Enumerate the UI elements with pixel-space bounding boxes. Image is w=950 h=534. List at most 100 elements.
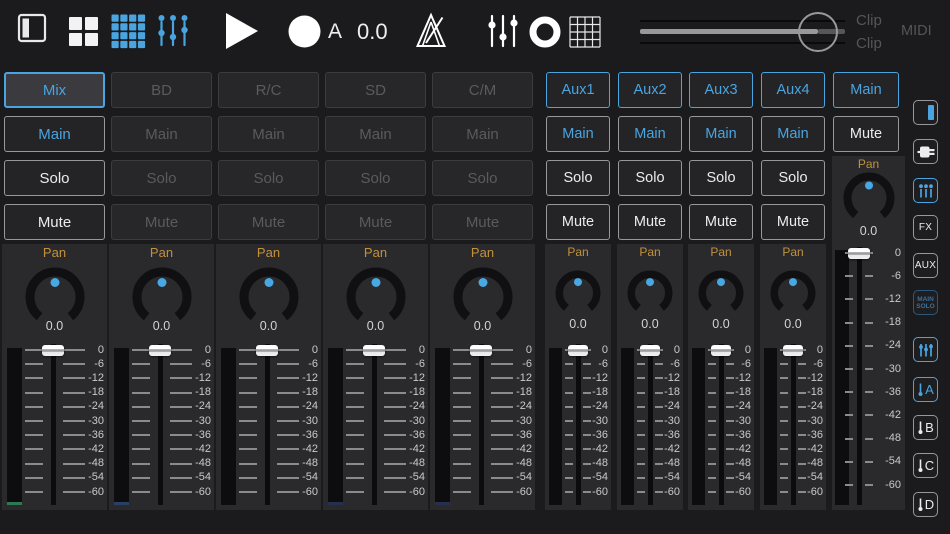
scene-a-button[interactable]: A bbox=[913, 377, 938, 402]
aux3-level-meter bbox=[692, 348, 705, 505]
aux3-main-button[interactable]: Main bbox=[689, 116, 753, 152]
scene-c-button[interactable]: C bbox=[913, 453, 938, 478]
cm-pan-knob[interactable] bbox=[453, 267, 513, 327]
aux3-pan-value: 0.0 bbox=[688, 317, 754, 331]
sd-mute-button[interactable]: Mute bbox=[325, 204, 426, 240]
aux1-solo-button[interactable]: Solo bbox=[546, 160, 610, 196]
cm-name-button[interactable]: C/M bbox=[432, 72, 533, 108]
rc-pan-knob[interactable] bbox=[239, 267, 299, 327]
mix-pan-knob[interactable] bbox=[25, 267, 85, 327]
db-scale-label: -60 bbox=[584, 486, 608, 499]
db-scale-label: -12 bbox=[290, 372, 318, 385]
main-name-button[interactable]: Main bbox=[833, 72, 899, 108]
cm-main-button[interactable]: Main bbox=[432, 116, 533, 152]
aux2-fader-handle[interactable] bbox=[640, 345, 660, 356]
aux4-main-button[interactable]: Main bbox=[761, 116, 825, 152]
aux2-name-button[interactable]: Aux2 bbox=[618, 72, 682, 108]
main-solo-button[interactable]: MAINSOLO bbox=[913, 290, 938, 315]
mix-fader-handle[interactable] bbox=[42, 345, 64, 356]
pan-label: Pan bbox=[109, 245, 214, 260]
cm-mute-button[interactable]: Mute bbox=[432, 204, 533, 240]
aux4-pan-knob[interactable] bbox=[770, 270, 816, 316]
aux1-name-button[interactable]: Aux1 bbox=[546, 72, 610, 108]
db-scale-label: -48 bbox=[656, 457, 680, 470]
bd-fader-handle[interactable] bbox=[149, 345, 171, 356]
aux1-fader-handle[interactable] bbox=[568, 345, 588, 356]
sd-level-meter bbox=[328, 348, 343, 505]
mix-fader-panel: Pan0.00-6-12-18-24-30-36-42-48-54-60 bbox=[2, 244, 107, 510]
aux3-pan-knob[interactable] bbox=[698, 270, 744, 316]
rc-main-button[interactable]: Main bbox=[218, 116, 319, 152]
aux3-mute-button[interactable]: Mute bbox=[689, 204, 753, 240]
main-mute-button[interactable]: Mute bbox=[833, 116, 899, 152]
aux3-solo-button[interactable]: Solo bbox=[689, 160, 753, 196]
db-tick bbox=[132, 448, 150, 450]
db-tick bbox=[239, 420, 257, 422]
mix-name-button[interactable]: Mix bbox=[4, 72, 105, 108]
sd-main-button[interactable]: Main bbox=[325, 116, 426, 152]
rc-name-button[interactable]: R/C bbox=[218, 72, 319, 108]
fx-button[interactable]: FX bbox=[913, 215, 938, 240]
rc-mute-button[interactable]: Mute bbox=[218, 204, 319, 240]
plug-icon bbox=[917, 143, 935, 161]
connections-button[interactable] bbox=[913, 139, 938, 164]
bd-solo-button[interactable]: Solo bbox=[111, 160, 212, 196]
aux1-fader-panel: Pan0.00-6-12-18-24-30-36-42-48-54-60 bbox=[545, 244, 611, 510]
db-scale-label: -30 bbox=[727, 415, 751, 428]
db-tick bbox=[25, 363, 43, 365]
sd-name-button[interactable]: SD bbox=[325, 72, 426, 108]
mixer-view-button[interactable] bbox=[913, 178, 938, 203]
bd-main-button[interactable]: Main bbox=[111, 116, 212, 152]
aux1-pan-knob[interactable] bbox=[555, 270, 601, 316]
rc-fader-handle[interactable] bbox=[256, 345, 278, 356]
sd-pan-knob[interactable] bbox=[346, 267, 406, 327]
db-scale-label: -48 bbox=[504, 457, 532, 470]
aux1-main-button[interactable]: Main bbox=[546, 116, 610, 152]
aux4-solo-button[interactable]: Solo bbox=[761, 160, 825, 196]
aux4-fader-handle[interactable] bbox=[783, 345, 803, 356]
aux2-main-button[interactable]: Main bbox=[618, 116, 682, 152]
db-scale-label: -6 bbox=[584, 358, 608, 371]
bd-pan-knob[interactable] bbox=[132, 267, 192, 327]
sd-fader-handle[interactable] bbox=[363, 345, 385, 356]
scene-b-button[interactable]: B bbox=[913, 415, 938, 440]
db-tick bbox=[708, 392, 716, 394]
aux4-mute-button[interactable]: Mute bbox=[761, 204, 825, 240]
aux-button[interactable]: AUX bbox=[913, 253, 938, 278]
aux3-fader-handle[interactable] bbox=[711, 345, 731, 356]
aux2-fader-track bbox=[648, 344, 653, 505]
aux2-pan-knob[interactable] bbox=[627, 270, 673, 316]
main-fader-handle[interactable] bbox=[848, 248, 870, 259]
scene-d-button[interactable]: D bbox=[913, 492, 938, 517]
rc-solo-button[interactable]: Solo bbox=[218, 160, 319, 196]
right-panel-toggle-button[interactable] bbox=[913, 100, 938, 125]
bd-mute-button[interactable]: Mute bbox=[111, 204, 212, 240]
db-tick bbox=[453, 349, 471, 351]
db-tick bbox=[780, 477, 788, 479]
db-scale-label: -6 bbox=[397, 358, 425, 371]
sd-solo-button[interactable]: Solo bbox=[325, 160, 426, 196]
aux1-mute-button[interactable]: Mute bbox=[546, 204, 610, 240]
sd-pan-value: 0.0 bbox=[323, 319, 428, 333]
mix-main-button[interactable]: Main bbox=[4, 116, 105, 152]
aux4-name-button[interactable]: Aux4 bbox=[761, 72, 825, 108]
midi-button[interactable]: MIDI bbox=[901, 23, 932, 39]
cm-fader-handle[interactable] bbox=[470, 345, 492, 356]
bd-name-button[interactable]: BD bbox=[111, 72, 212, 108]
aux2-mute-button[interactable]: Mute bbox=[618, 204, 682, 240]
mixer-sliders-icon bbox=[918, 183, 934, 199]
db-tick bbox=[346, 434, 364, 436]
aux2-solo-button[interactable]: Solo bbox=[618, 160, 682, 196]
db-tick bbox=[25, 406, 43, 408]
mix-solo-button[interactable]: Solo bbox=[4, 160, 105, 196]
db-scale-label: -18 bbox=[656, 386, 680, 399]
db-tick bbox=[637, 477, 645, 479]
db-tick bbox=[346, 420, 364, 422]
cm-solo-button[interactable]: Solo bbox=[432, 160, 533, 196]
main-fader-track bbox=[857, 247, 862, 505]
aux3-name-button[interactable]: Aux3 bbox=[689, 72, 753, 108]
db-scale-label: -36 bbox=[799, 429, 823, 442]
main-pan-knob[interactable] bbox=[843, 172, 895, 224]
faders-view-button[interactable] bbox=[913, 337, 938, 362]
mix-mute-button[interactable]: Mute bbox=[4, 204, 105, 240]
